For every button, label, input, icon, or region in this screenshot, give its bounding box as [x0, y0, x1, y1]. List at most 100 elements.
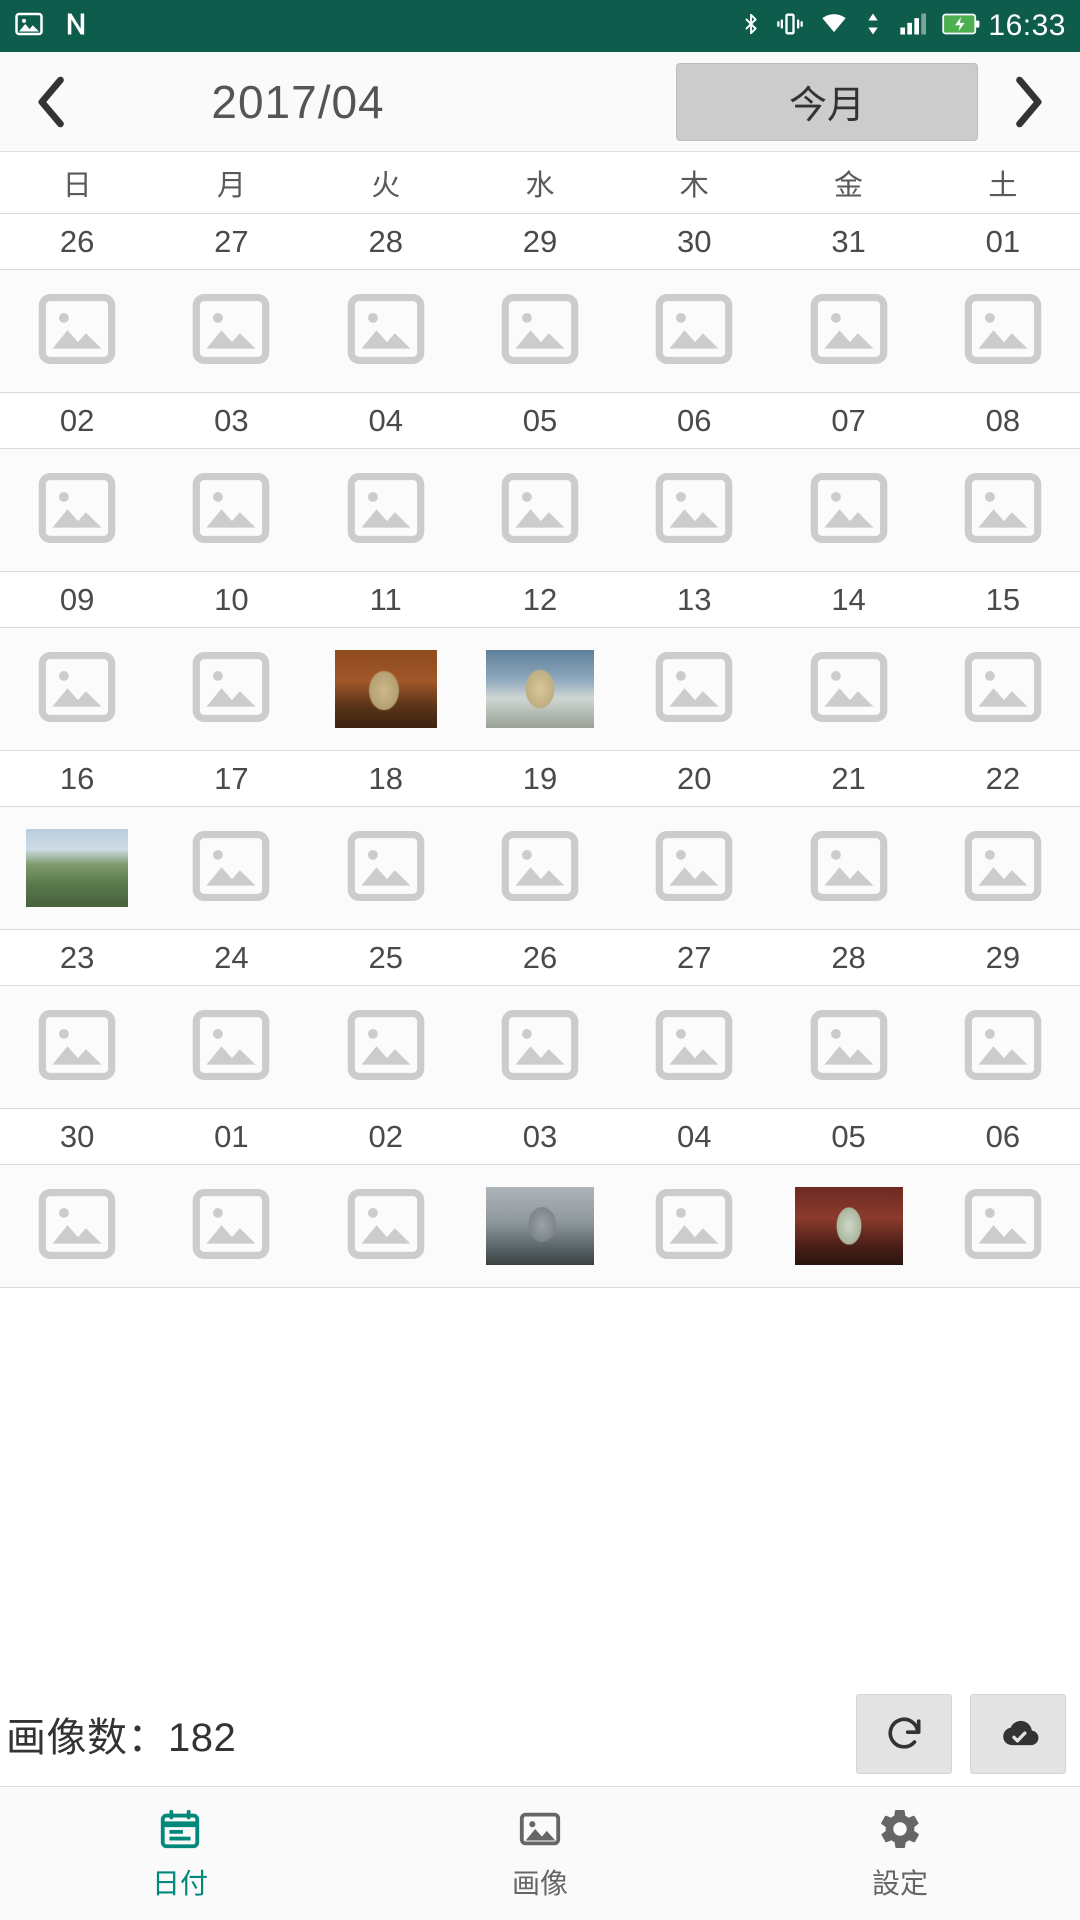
- day-cell-empty[interactable]: [926, 449, 1080, 571]
- day-number: 07: [831, 403, 866, 438]
- day-cell-empty[interactable]: [926, 807, 1080, 929]
- day-number: 03: [214, 403, 249, 438]
- today-button[interactable]: 今月: [676, 62, 978, 141]
- calendar-week-daynumbers: 23 24 25 26 27 28 29: [0, 930, 1080, 986]
- day-cell-empty[interactable]: [617, 449, 771, 571]
- tab-date-label: 日付: [151, 1867, 208, 1899]
- image-placeholder-icon: [963, 1009, 1043, 1086]
- day-cell-with-photo[interactable]: [463, 1165, 617, 1287]
- calendar-week: 09 10 11 12 13 14 15: [0, 572, 1080, 751]
- day-cell-empty[interactable]: [0, 1165, 154, 1287]
- day-cell-empty[interactable]: [154, 986, 308, 1108]
- day-number: 13: [677, 582, 712, 617]
- data-transfer-icon: [864, 10, 882, 43]
- day-cell-empty[interactable]: [617, 1165, 771, 1287]
- tab-settings[interactable]: 設定: [720, 1787, 1080, 1920]
- tab-date[interactable]: 日付: [0, 1787, 360, 1920]
- image-placeholder-icon: [38, 472, 116, 543]
- day-number: 30: [677, 224, 712, 259]
- calendar-week: 02 03 04 05 06 07 08: [0, 393, 1080, 572]
- weekday-sun: 日: [62, 170, 92, 202]
- day-cell-empty[interactable]: [926, 628, 1080, 750]
- image-placeholder-icon: [346, 293, 426, 370]
- cloud-upload-button[interactable]: [970, 1694, 1066, 1774]
- next-month-button[interactable]: [992, 62, 1064, 142]
- day-cell-empty[interactable]: [0, 270, 154, 392]
- day-cell-empty[interactable]: [463, 270, 617, 392]
- day-number: 20: [677, 761, 712, 796]
- image-placeholder-icon: [37, 1009, 117, 1086]
- image-placeholder-icon: [655, 651, 733, 722]
- day-number: 02: [368, 1119, 403, 1154]
- day-cell-empty[interactable]: [926, 986, 1080, 1108]
- day-cell-empty[interactable]: [0, 628, 154, 750]
- day-cell-empty[interactable]: [463, 449, 617, 571]
- day-cell-empty[interactable]: [771, 807, 925, 929]
- image-placeholder-icon: [655, 1009, 733, 1080]
- day-cell-empty[interactable]: [926, 1165, 1080, 1287]
- day-cell-with-photo[interactable]: [309, 628, 463, 750]
- photo-thumbnail[interactable]: [485, 1187, 594, 1265]
- day-cell-empty[interactable]: [154, 270, 308, 392]
- day-cell-empty[interactable]: [309, 807, 463, 929]
- image-icon: [519, 1812, 561, 1845]
- weekday-header-row: 日 月 火 水 木 金 土: [0, 152, 1080, 214]
- image-placeholder-icon: [964, 830, 1042, 901]
- weekday-wed: 水: [525, 170, 555, 202]
- calendar-icon: [160, 1809, 200, 1848]
- photo-thumbnail[interactable]: [485, 650, 594, 728]
- day-cell-with-photo[interactable]: [771, 1165, 925, 1287]
- day-cell-empty[interactable]: [309, 1165, 463, 1287]
- image-placeholder-icon: [193, 1009, 270, 1080]
- day-cell-empty[interactable]: [154, 807, 308, 929]
- image-placeholder-icon: [963, 651, 1043, 728]
- refresh-button[interactable]: [856, 1694, 952, 1774]
- day-cell-empty[interactable]: [309, 270, 463, 392]
- calendar-weeks: 26 27 28 29 30 31 01 02 03 04 05 06 07 08 09 10 11 12 13 14…: [0, 214, 1080, 1288]
- prev-month-button[interactable]: [16, 62, 88, 142]
- day-cell-empty[interactable]: [617, 270, 771, 392]
- calendar-week: 26 27 28 29 30 31 01: [0, 214, 1080, 393]
- image-placeholder-icon: [191, 830, 271, 907]
- image-placeholder-icon: [501, 1009, 579, 1080]
- day-cell-with-photo[interactable]: [463, 628, 617, 750]
- image-placeholder-icon: [501, 830, 579, 901]
- day-cell-empty[interactable]: [771, 449, 925, 571]
- day-cell-empty[interactable]: [771, 986, 925, 1108]
- photo-thumbnail[interactable]: [26, 829, 129, 907]
- photo-thumbnail[interactable]: [334, 650, 437, 728]
- calendar-week-cells: [0, 270, 1080, 393]
- day-cell-empty[interactable]: [463, 986, 617, 1108]
- day-cell-empty[interactable]: [771, 270, 925, 392]
- cloud-done-icon: [1003, 1720, 1039, 1746]
- day-cell-with-photo[interactable]: [0, 807, 154, 929]
- day-number: 25: [368, 940, 403, 975]
- gear-icon: [881, 1809, 919, 1848]
- day-cell-empty[interactable]: [309, 449, 463, 571]
- image-placeholder-icon: [500, 293, 580, 370]
- image-placeholder-icon: [193, 472, 270, 543]
- image-placeholder-icon: [38, 1188, 116, 1259]
- image-placeholder-icon: [38, 1009, 116, 1080]
- day-cell-empty[interactable]: [771, 628, 925, 750]
- day-number: 10: [214, 582, 249, 617]
- day-cell-empty[interactable]: [309, 986, 463, 1108]
- image-placeholder-icon: [963, 1188, 1043, 1265]
- calendar-header: 2017/04 今月: [0, 52, 1080, 152]
- day-cell-empty[interactable]: [154, 449, 308, 571]
- day-cell-empty[interactable]: [617, 628, 771, 750]
- day-cell-empty[interactable]: [926, 270, 1080, 392]
- day-cell-empty[interactable]: [617, 807, 771, 929]
- image-placeholder-icon: [654, 830, 734, 907]
- day-cell-empty[interactable]: [0, 449, 154, 571]
- day-cell-empty[interactable]: [617, 986, 771, 1108]
- image-placeholder-icon: [347, 472, 424, 543]
- day-cell-empty[interactable]: [154, 628, 308, 750]
- image-placeholder-icon: [654, 1009, 734, 1086]
- tab-image[interactable]: 画像: [360, 1787, 720, 1920]
- day-cell-empty[interactable]: [154, 1165, 308, 1287]
- photo-thumbnail[interactable]: [794, 1187, 903, 1265]
- day-cell-empty[interactable]: [0, 986, 154, 1108]
- day-number: 15: [985, 582, 1021, 617]
- day-cell-empty[interactable]: [463, 807, 617, 929]
